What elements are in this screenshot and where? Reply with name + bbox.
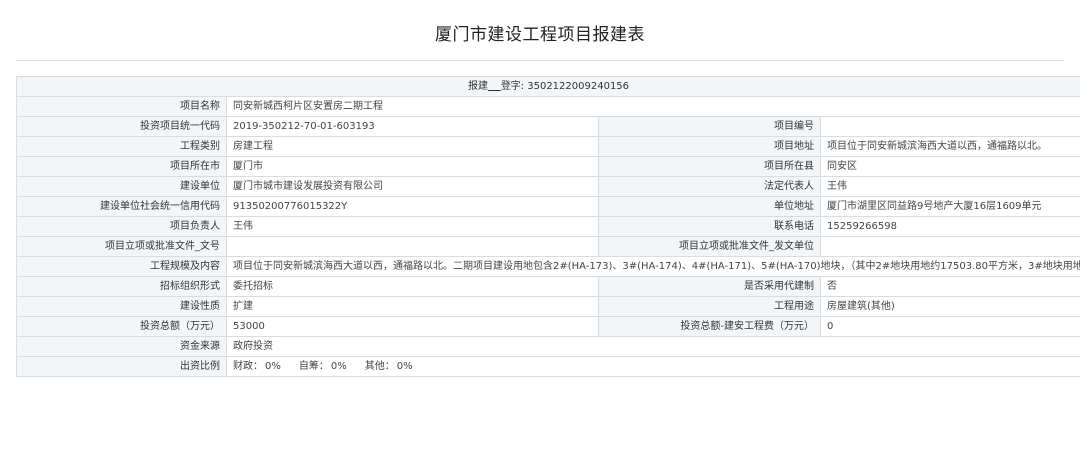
agent-system-value: 否 — [819, 276, 1080, 297]
approval-unit-value — [819, 236, 1080, 257]
page-title: 厦门市建设工程项目报建表 — [435, 25, 645, 45]
table-row: 招标组织形式 委托招标 是否采用代建制 否 — [16, 276, 1080, 297]
table-row: 工程类别 房建工程 项目地址 项目位于同安新城滨海西大道以西，通福路以北。 — [16, 136, 1080, 157]
fiscal-value: 0% — [265, 361, 281, 372]
self-value: 0% — [330, 361, 347, 372]
category-label: 工程类别 — [16, 136, 227, 157]
manager-value: 王伟 — [226, 216, 599, 237]
self-label: 自筹： — [298, 361, 329, 372]
legal-rep-label: 法定代表人 — [598, 176, 821, 197]
agent-system-label: 是否采用代建制 — [598, 276, 821, 297]
table-row: 出资比例 财政： 0% 自筹： 0% 其他： 0% — [16, 356, 1080, 377]
fund-source-value: 政府投资 — [225, 336, 1080, 357]
city-value: 厦门市 — [226, 156, 599, 177]
ratio-label: 出资比例 — [16, 356, 227, 377]
credit-code-value: 91350200776015322Y — [226, 196, 599, 217]
table-row: 项目负责人 王伟 联系电话 15259266598 — [16, 216, 1080, 237]
install-fee-value: 0 — [819, 316, 1080, 337]
other-value: 0% — [396, 361, 413, 372]
city-label: 项目所在市 — [16, 156, 227, 177]
table-row: 项目立项或批准文件_文号 项目立项或批准文件_发文单位 — [16, 236, 1080, 257]
project-no-value — [819, 116, 1080, 137]
table-row: 项目所在市 厦门市 项目所在县 同安区 — [16, 156, 1080, 177]
table-row: 项目名称 同安新城西柯片区安置房二期工程 — [16, 96, 1080, 117]
approval-no-value — [226, 236, 599, 257]
nature-label: 建设性质 — [16, 296, 227, 317]
table-row: 投资总额（万元） 53000 投资总额-建安工程费（万元） 0 — [16, 316, 1080, 337]
other-label: 其他： — [364, 361, 395, 372]
table-row: 工程规模及内容 项目位于同安新城滨海西大道以西，通福路以北。二期项目建设用地包含… — [16, 256, 1080, 277]
project-no-label: 项目编号 — [598, 116, 821, 137]
legal-rep-value: 王伟 — [819, 176, 1080, 197]
builder-label: 建设单位 — [16, 176, 227, 197]
approval-no-label: 项目立项或批准文件_文号 — [16, 236, 227, 257]
phone-label: 联系电话 — [598, 216, 821, 237]
invest-code-label: 投资项目统一代码 — [16, 116, 227, 137]
invest-code-value: 2019-350212-70-01-603193 — [226, 116, 599, 137]
county-value: 同安区 — [819, 156, 1080, 177]
usage-value: 房屋建筑(其他) — [819, 296, 1080, 317]
address-label: 项目地址 — [598, 136, 821, 157]
title-divider — [16, 60, 1064, 61]
total-invest-value: 53000 — [226, 316, 599, 337]
install-fee-label: 投资总额-建安工程费（万元） — [598, 316, 821, 337]
table-header-row: 报建 登字: 3502122009240156 — [15, 76, 1080, 97]
table-row: 建设性质 扩建 工程用途 房屋建筑(其他) — [16, 296, 1080, 317]
scale-label: 工程规模及内容 — [16, 256, 227, 277]
usage-label: 工程用途 — [598, 296, 821, 317]
table-row: 投资项目统一代码 2019-350212-70-01-603193 项目编号 — [16, 116, 1080, 137]
table-row: 资金来源 政府投资 — [16, 336, 1080, 357]
project-name-label: 项目名称 — [16, 96, 227, 117]
registration-number: 报建 登字: 3502122009240156 — [15, 76, 1080, 97]
project-registration-table: 报建 登字: 3502122009240156 项目名称 同安新城西柯片区安置房… — [15, 76, 1080, 377]
unit-address-label: 单位地址 — [598, 196, 821, 217]
manager-label: 项目负责人 — [16, 216, 227, 237]
address-value: 项目位于同安新城滨海西大道以西，通福路以北。 — [819, 136, 1080, 157]
project-name-value: 同安新城西柯片区安置房二期工程 — [225, 96, 1080, 117]
category-value: 房建工程 — [226, 136, 599, 157]
table-row: 建设单位社会统一信用代码 91350200776015322Y 单位地址 厦门市… — [16, 196, 1080, 217]
fiscal-label: 财政： — [233, 361, 263, 372]
phone-value: 15259266598 — [819, 216, 1080, 237]
approval-unit-label: 项目立项或批准文件_发文单位 — [598, 236, 821, 257]
nature-value: 扩建 — [226, 296, 599, 317]
credit-code-label: 建设单位社会统一信用代码 — [16, 196, 227, 217]
table-row: 建设单位 厦门市城市建设发展投资有限公司 法定代表人 王伟 — [16, 176, 1080, 197]
county-label: 项目所在县 — [598, 156, 821, 177]
fund-source-label: 资金来源 — [16, 336, 227, 357]
unit-address-value: 厦门市湖里区同益路9号地产大厦16层1609单元 — [819, 196, 1080, 217]
bidding-label: 招标组织形式 — [16, 276, 227, 297]
scale-value: 项目位于同安新城滨海西大道以西，通福路以北。二期项目建设用地包含2#(HA-17… — [225, 256, 1080, 277]
ratio-value: 财政： 0% 自筹： 0% 其他： 0% — [225, 356, 1080, 377]
bidding-value: 委托招标 — [226, 276, 599, 297]
total-invest-label: 投资总额（万元） — [16, 316, 227, 337]
builder-value: 厦门市城市建设发展投资有限公司 — [226, 176, 599, 197]
